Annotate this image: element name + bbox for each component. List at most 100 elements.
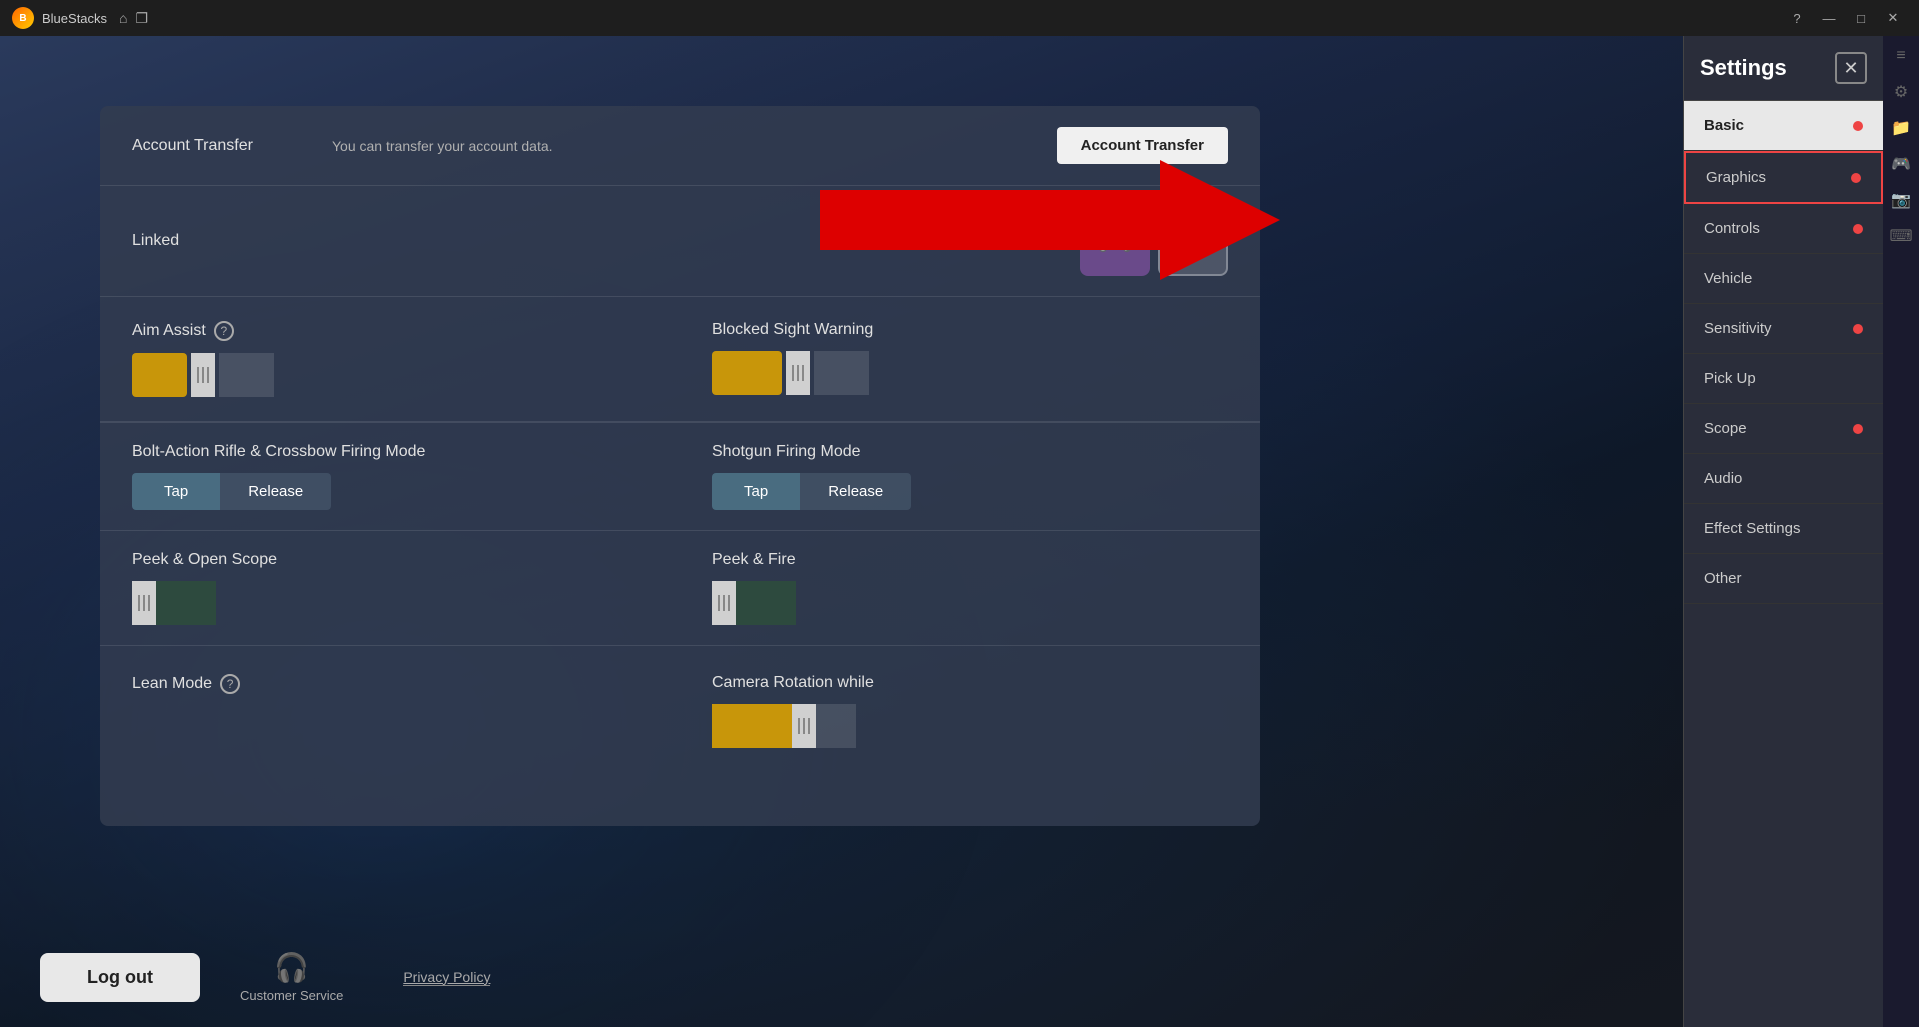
- aim-assist-filled: [132, 353, 187, 397]
- titlebar: B BlueStacks ⌂ ❐ ? — □ ✕: [0, 0, 1919, 36]
- peek-row: Peek & Open Scope Peek & Fire: [100, 531, 1260, 646]
- nav-item-scope[interactable]: Scope: [1684, 404, 1883, 454]
- shotgun-label: Shotgun Firing Mode: [712, 443, 1228, 461]
- firing-row: Bolt-Action Rifle & Crossbow Firing Mode…: [100, 423, 1260, 531]
- account-transfer-desc: You can transfer your account data.: [332, 138, 1057, 154]
- maximize-button[interactable]: □: [1847, 4, 1875, 32]
- sensitivity-dot: [1853, 324, 1863, 334]
- gamepad-icon-button[interactable]: 🎮: [1080, 206, 1150, 276]
- camera-empty: [816, 704, 856, 748]
- logout-button[interactable]: Log out: [40, 953, 200, 1002]
- line6: [802, 365, 804, 381]
- shotgun-controls: Tap Release: [712, 473, 1228, 510]
- lean-mode-item: Lean Mode ?: [100, 662, 680, 760]
- help-button[interactable]: ?: [1783, 4, 1811, 32]
- line1: [197, 367, 199, 383]
- peek-fire-handle[interactable]: [712, 581, 736, 625]
- strip-icon-3[interactable]: 📁: [1889, 116, 1913, 140]
- slider-lines-2: [792, 365, 804, 381]
- nav-label-scope: Scope: [1704, 420, 1747, 437]
- aim-assist-track: [132, 353, 187, 397]
- aim-assist-slider[interactable]: [132, 353, 648, 397]
- slider-lines-3: [138, 595, 150, 611]
- titlebar-icons: ⌂ ❐: [119, 10, 148, 27]
- nav-item-effect-settings[interactable]: Effect Settings: [1684, 504, 1883, 554]
- lean-mode-help-icon[interactable]: ?: [220, 674, 240, 694]
- lean-mode-label: Lean Mode ?: [132, 674, 648, 694]
- lean-camera-row: Lean Mode ? Camera Rotation while: [100, 646, 1260, 776]
- aim-assist-handle[interactable]: [191, 353, 215, 397]
- line4: [792, 365, 794, 381]
- controls-dot: [1853, 224, 1863, 234]
- nav-item-basic[interactable]: Basic: [1684, 101, 1883, 151]
- line5: [797, 365, 799, 381]
- strip-icon-1[interactable]: ≡: [1889, 44, 1913, 68]
- nav-item-audio[interactable]: Audio: [1684, 454, 1883, 504]
- close-button[interactable]: ✕: [1879, 4, 1907, 32]
- peek-fire-slider[interactable]: [712, 581, 1228, 625]
- nav-item-vehicle[interactable]: Vehicle: [1684, 254, 1883, 304]
- bolt-tap-button[interactable]: Tap: [132, 473, 220, 510]
- aim-assist-label: Aim Assist ?: [132, 321, 648, 341]
- linked-section: Linked 🎮 ＋: [100, 186, 1260, 297]
- shotgun-tap-button[interactable]: Tap: [712, 473, 800, 510]
- peek-scope-handle[interactable]: [132, 581, 156, 625]
- camera-rotation-label: Camera Rotation while: [712, 674, 1228, 692]
- nav-label-effect-settings: Effect Settings: [1704, 520, 1800, 537]
- scope-dot: [1853, 424, 1863, 434]
- account-transfer-section: Account Transfer You can transfer your a…: [100, 106, 1260, 186]
- aim-assist-empty: [219, 353, 274, 397]
- account-transfer-button[interactable]: Account Transfer: [1057, 127, 1228, 164]
- settings-header: Settings ✕: [1684, 36, 1883, 101]
- nav-label-pickup: Pick Up: [1704, 370, 1756, 387]
- peek-fire-item: Peek & Fire: [680, 531, 1260, 645]
- nav-item-pickup[interactable]: Pick Up: [1684, 354, 1883, 404]
- blocked-filled: [712, 351, 782, 395]
- nav-label-vehicle: Vehicle: [1704, 270, 1752, 287]
- nav-label-controls: Controls: [1704, 220, 1760, 237]
- blocked-sight-handle[interactable]: [786, 351, 810, 395]
- bolt-action-item: Bolt-Action Rifle & Crossbow Firing Mode…: [100, 423, 680, 530]
- home-icon[interactable]: ⌂: [119, 10, 127, 27]
- strip-icon-6[interactable]: ⌨: [1889, 224, 1913, 248]
- basic-dot: [1853, 121, 1863, 131]
- blocked-sight-label: Blocked Sight Warning: [712, 321, 1228, 339]
- nav-item-controls[interactable]: Controls: [1684, 204, 1883, 254]
- line14: [803, 718, 805, 734]
- linked-icons: 🎮 ＋: [1080, 206, 1228, 276]
- copy-icon[interactable]: ❐: [136, 10, 149, 27]
- camera-handle[interactable]: [792, 704, 816, 748]
- settings-title: Settings: [1700, 55, 1787, 81]
- peek-scope-slider[interactable]: [132, 581, 648, 625]
- linked-label: Linked: [132, 232, 332, 250]
- add-linked-button[interactable]: ＋: [1158, 206, 1228, 276]
- customer-service-button[interactable]: 🎧 Customer Service: [240, 951, 343, 1003]
- nav-item-graphics[interactable]: Graphics: [1684, 151, 1883, 204]
- nav-item-sensitivity[interactable]: Sensitivity: [1684, 304, 1883, 354]
- bolt-release-button[interactable]: Release: [220, 473, 331, 510]
- settings-content-panel: Account Transfer You can transfer your a…: [100, 106, 1260, 826]
- nav-label-audio: Audio: [1704, 470, 1742, 487]
- line7: [138, 595, 140, 611]
- blocked-sight-track: [712, 351, 782, 395]
- aim-assist-help-icon[interactable]: ?: [214, 321, 234, 341]
- privacy-policy-link[interactable]: Privacy Policy: [403, 969, 490, 986]
- account-transfer-label: Account Transfer: [132, 137, 332, 155]
- strip-icon-2[interactable]: ⚙: [1889, 80, 1913, 104]
- right-sidebar-strip: ≡ ⚙ 📁 🎮 📷 ⌨: [1883, 36, 1919, 1027]
- shotgun-release-button[interactable]: Release: [800, 473, 911, 510]
- settings-close-button[interactable]: ✕: [1835, 52, 1867, 84]
- strip-icon-5[interactable]: 📷: [1889, 188, 1913, 212]
- camera-slider[interactable]: [712, 704, 1228, 748]
- nav-item-other[interactable]: Other: [1684, 554, 1883, 604]
- minimize-button[interactable]: —: [1815, 4, 1843, 32]
- bottom-bar: Log out 🎧 Customer Service Privacy Polic…: [0, 927, 1263, 1027]
- slider-lines-4: [718, 595, 730, 611]
- bolt-action-controls: Tap Release: [132, 473, 648, 510]
- shotgun-item: Shotgun Firing Mode Tap Release: [680, 423, 1260, 530]
- line10: [718, 595, 720, 611]
- aim-assist-item: Aim Assist ?: [100, 297, 680, 422]
- strip-icon-4[interactable]: 🎮: [1889, 152, 1913, 176]
- line12: [728, 595, 730, 611]
- blocked-sight-slider[interactable]: [712, 351, 1228, 395]
